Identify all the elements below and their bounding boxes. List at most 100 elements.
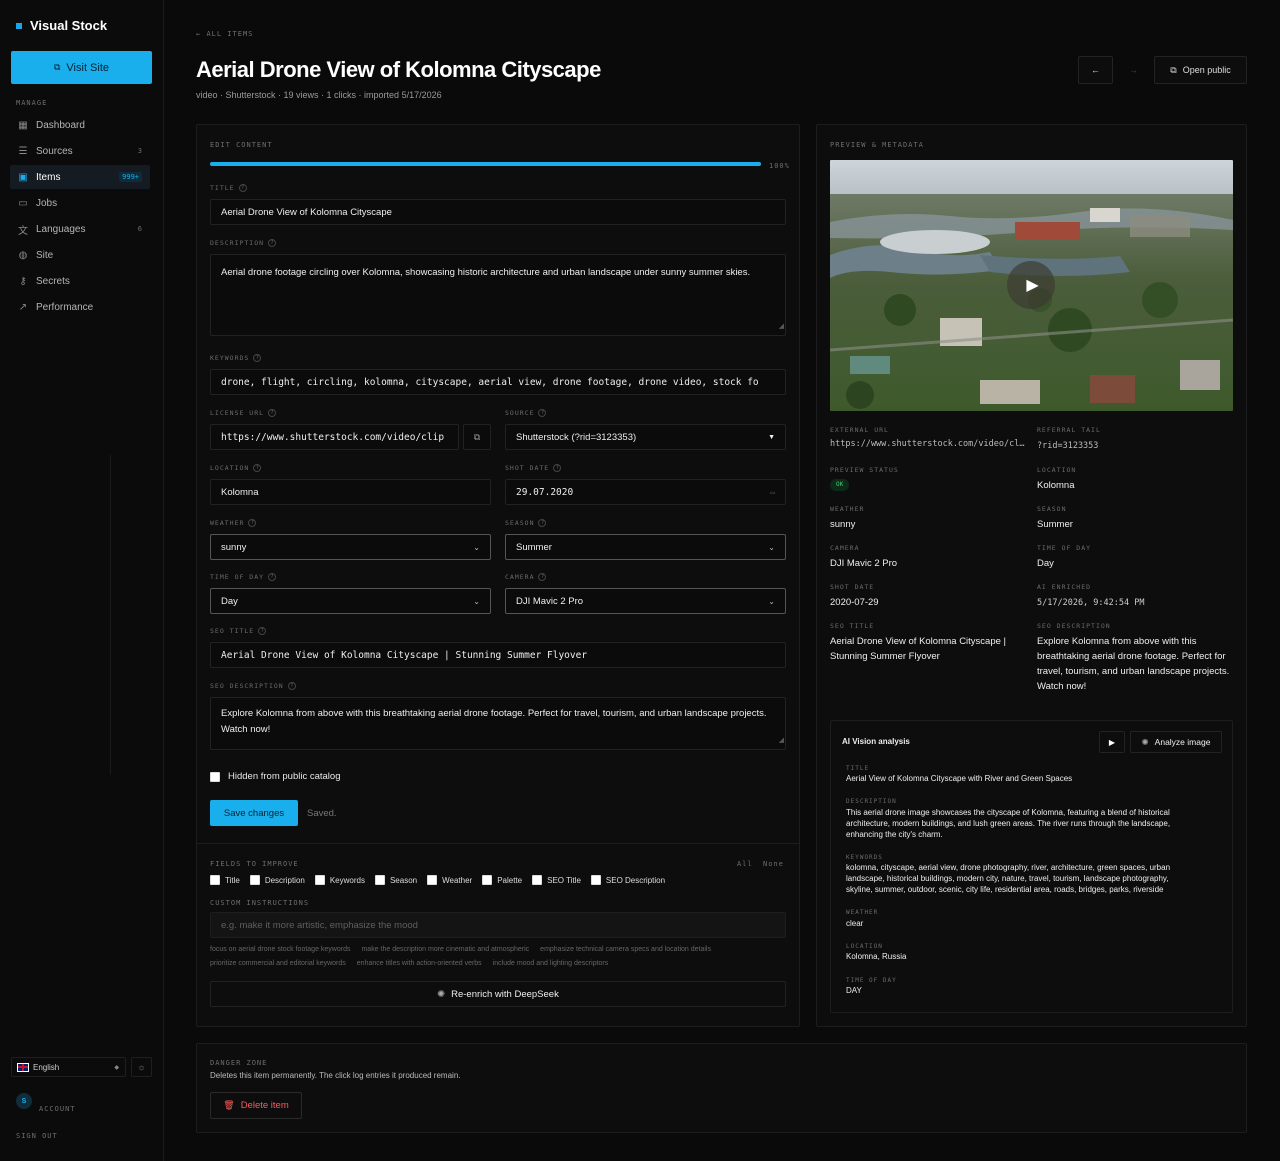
help-icon[interactable]: ? xyxy=(238,184,247,192)
language-select[interactable]: English ◆ xyxy=(11,1057,126,1077)
select-no-fields-link[interactable]: None xyxy=(763,860,784,868)
ai-time-label: TIME OF DAY xyxy=(846,977,897,984)
save-changes-button[interactable]: Save changes xyxy=(210,800,298,826)
field-option-seo-description[interactable]: SEO Description xyxy=(590,875,665,885)
fields-checklist: Title Description Keywords Season Weathe… xyxy=(210,875,665,885)
hidden-from-catalog-toggle[interactable]: Hidden from public catalog xyxy=(210,771,340,782)
hidden-checkbox[interactable] xyxy=(210,771,220,782)
shot-date-value: 29.07.2020 xyxy=(516,486,574,498)
sign-out-link[interactable]: SIGN OUT xyxy=(16,1132,58,1140)
sidebar-item-count: 3 xyxy=(137,147,142,155)
seo-description-textarea[interactable]: Explore Kolomna from above with this bre… xyxy=(210,697,786,750)
help-icon[interactable]: ? xyxy=(538,409,547,417)
field-option-palette[interactable]: Palette xyxy=(482,875,522,885)
custom-instructions-input[interactable]: e.g. make it more artistic, emphasize th… xyxy=(210,912,786,938)
sidebar-item-secrets[interactable]: ⚷ Secrets xyxy=(10,269,150,293)
sidebar-item-site[interactable]: ◍ Site xyxy=(10,243,150,267)
open-public-button[interactable]: ⧉ Open public xyxy=(1154,56,1247,84)
analyze-image-button[interactable]: ✺ Analyze image xyxy=(1130,731,1222,753)
time-of-day-label: TIME OF DAY xyxy=(1037,544,1092,552)
weather-select[interactable]: sunny ⌄ xyxy=(210,534,491,560)
checkbox[interactable] xyxy=(314,875,325,885)
suggestion-chip[interactable]: include mood and lighting descriptors xyxy=(493,960,609,967)
help-icon[interactable]: ? xyxy=(258,627,267,635)
title-input[interactable]: Aerial Drone View of Kolomna Cityscape xyxy=(210,199,786,225)
checkbox[interactable] xyxy=(427,875,438,885)
source-select[interactable]: Shutterstock (?rid=3123353) ▼ xyxy=(505,424,786,450)
description-textarea[interactable]: Aerial drone footage circling over Kolom… xyxy=(210,254,786,336)
sidebar-item-performance[interactable]: ↗ Performance xyxy=(10,295,150,319)
suggestion-chip[interactable]: make the description more cinematic and … xyxy=(361,946,529,953)
time-label-text: TIME OF DAY xyxy=(210,573,265,581)
help-icon[interactable]: ? xyxy=(538,519,547,527)
back-to-all-items-link[interactable]: ← ALL ITEMS xyxy=(196,30,253,38)
analyze-image-label: Analyze image xyxy=(1154,737,1211,747)
sidebar-item-languages[interactable]: 文 Languages 6 xyxy=(10,217,150,241)
field-option-weather[interactable]: Weather xyxy=(427,875,472,885)
delete-item-button[interactable]: 🗑 Delete item xyxy=(210,1092,302,1119)
help-icon[interactable]: ? xyxy=(268,239,277,247)
field-option-description[interactable]: Description xyxy=(249,875,305,885)
checkbox[interactable] xyxy=(249,875,260,885)
sidebar-item-items[interactable]: ▣ Items 999+ xyxy=(10,165,150,189)
next-item-button[interactable]: → xyxy=(1117,56,1150,84)
visit-site-button[interactable]: ⧉ Visit Site xyxy=(11,51,152,84)
help-icon[interactable]: ? xyxy=(268,409,277,417)
location-input[interactable]: Kolomna xyxy=(210,479,491,505)
checkbox[interactable] xyxy=(374,875,385,885)
help-icon[interactable]: ? xyxy=(538,573,547,581)
camera-value: DJI Mavic 2 Pro xyxy=(830,558,898,569)
help-icon[interactable]: ? xyxy=(553,464,562,472)
help-icon[interactable]: ? xyxy=(287,682,296,690)
previous-item-button[interactable]: ← xyxy=(1078,56,1113,84)
account-link[interactable]: ACCOUNT xyxy=(39,1105,76,1113)
brand[interactable]: Visual Stock xyxy=(16,18,107,33)
suggestion-chip[interactable]: focus on aerial drone stock footage keyw… xyxy=(210,946,350,953)
seo-title-label-text: SEO TITLE xyxy=(210,627,255,635)
external-url-value[interactable]: https://www.shutterstock.com/video/cl… xyxy=(830,437,1024,452)
time-of-day-select[interactable]: Day ⌄ xyxy=(210,588,491,614)
referral-tail-value: ?rid=3123353 xyxy=(1037,441,1099,451)
re-enrich-button[interactable]: ✺ Re-enrich with DeepSeek xyxy=(210,981,786,1007)
suggestion-chip[interactable]: emphasize technical camera specs and loc… xyxy=(540,946,711,953)
theme-toggle-button[interactable]: ☼ xyxy=(131,1057,152,1077)
sidebar-item-dashboard[interactable]: ▦ Dashboard xyxy=(10,113,150,137)
help-icon[interactable]: ? xyxy=(253,464,262,472)
sidebar-item-sources[interactable]: ☰ Sources 3 xyxy=(10,139,150,163)
visit-site-label: Visit Site xyxy=(66,61,110,74)
season-select[interactable]: Summer ⌄ xyxy=(505,534,786,560)
help-icon[interactable]: ? xyxy=(268,573,277,581)
field-option-season[interactable]: Season xyxy=(374,875,417,885)
sidebar-item-jobs[interactable]: ▭ Jobs xyxy=(10,191,150,215)
field-option-seo-title[interactable]: SEO Title xyxy=(532,875,581,885)
preview-image[interactable]: ▶ xyxy=(830,160,1233,411)
field-option-keywords[interactable]: Keywords xyxy=(314,875,365,885)
ai-play-button[interactable]: ▶ xyxy=(1099,731,1125,753)
external-link-icon: ⧉ xyxy=(473,431,481,442)
resize-grip-icon[interactable]: ◢ xyxy=(779,733,784,749)
select-all-fields-link[interactable]: All xyxy=(737,860,753,868)
checkbox[interactable] xyxy=(532,875,543,885)
suggestion-chip[interactable]: prioritize commercial and editorial keyw… xyxy=(210,960,346,967)
help-icon[interactable]: ? xyxy=(253,354,262,362)
open-license-url-button[interactable]: ⧉ xyxy=(463,424,491,450)
camera-select[interactable]: DJI Mavic 2 Pro ⌄ xyxy=(505,588,786,614)
avatar[interactable]: S xyxy=(16,1093,32,1109)
keywords-input[interactable]: drone, flight, circling, kolomna, citysc… xyxy=(210,369,786,395)
help-icon[interactable]: ? xyxy=(248,519,257,527)
license-url-input[interactable]: https://www.shutterstock.com/video/clip xyxy=(210,424,459,450)
season-label: SEASON? xyxy=(505,519,547,527)
field-option-title[interactable]: Title xyxy=(210,875,240,885)
seo-title-input[interactable]: Aerial Drone View of Kolomna Cityscape |… xyxy=(210,642,786,668)
checkbox[interactable] xyxy=(482,875,493,885)
keywords-label: KEYWORDS? xyxy=(210,354,262,362)
play-button[interactable]: ▶ xyxy=(1007,261,1055,309)
checkbox[interactable] xyxy=(590,875,601,885)
checkbox[interactable] xyxy=(210,875,220,885)
calendar-icon[interactable]: ▭ xyxy=(770,488,775,497)
resize-grip-icon[interactable]: ◢ xyxy=(779,319,784,335)
referral-tail-label: REFERRAL TAIL xyxy=(1037,426,1101,434)
shot-date-input[interactable]: 29.07.2020 ▭ xyxy=(505,479,786,505)
open-public-label: Open public xyxy=(1182,65,1231,75)
suggestion-chip[interactable]: enhance titles with action-oriented verb… xyxy=(357,960,482,967)
